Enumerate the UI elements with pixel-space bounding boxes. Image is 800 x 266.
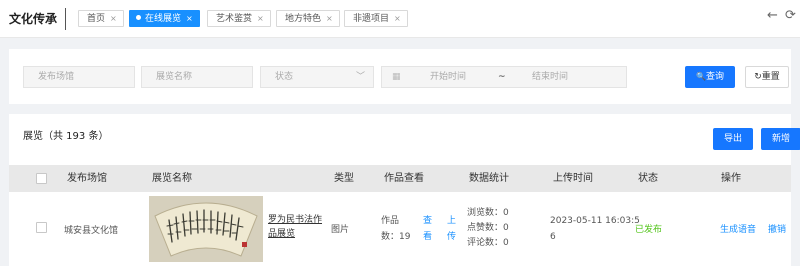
upload-time-line: 2023-05-11 16:03:5 <box>550 216 640 226</box>
calendar-icon: ▦ <box>392 72 401 82</box>
select-all-checkbox[interactable] <box>36 173 47 184</box>
view-link-line: 看 <box>423 232 433 242</box>
chevron-down-icon: ﹀ <box>355 72 365 82</box>
brand-divider <box>65 8 66 30</box>
views-count: 浏览数：0 <box>467 208 509 218</box>
exhibition-name-input[interactable]: 展览名称 <box>141 66 253 88</box>
range-separator: ~ <box>498 72 506 82</box>
table-row: 城安县文化馆 罗为民书法作 品展览 图片 作品 数：19 查 看 上 传 浏览数… <box>9 192 791 266</box>
exhibition-list-panel: 展览（共 193 条） 导出 新增 发布场馆 展览名称 类型 作品查看 数据统计… <box>9 114 800 266</box>
end-time-placeholder: 结束时间 <box>532 72 569 82</box>
works-count-line: 作品 <box>381 216 400 226</box>
status-select[interactable]: 状态 ﹀ <box>260 66 374 88</box>
export-button[interactable]: 导出 <box>713 128 753 150</box>
top-bar: 文化传承 首页 × 在线展览 × 艺术鉴赏 × 地方特色 × 非遗项目 × ← ⟳ <box>0 0 800 38</box>
upload-link[interactable]: 上 传 <box>447 213 456 245</box>
tab-label: 在线展览 <box>145 14 182 24</box>
venue-placeholder: 发布场馆 <box>38 72 75 82</box>
reset-icon: ↻ <box>754 72 762 82</box>
works-count-cell: 作品 数：19 <box>381 213 410 245</box>
tab-label: 首页 <box>87 14 106 24</box>
exhibition-name-link[interactable]: 罗为民书法作 品展览 <box>268 213 326 241</box>
tab-label: 非遗项目 <box>353 14 390 24</box>
reset-button[interactable]: ↻重置 <box>745 66 789 88</box>
type-cell: 图片 <box>331 225 350 235</box>
search-label: 查询 <box>705 72 724 82</box>
generate-voice-link[interactable]: 生成语音 <box>720 222 756 235</box>
start-time-placeholder: 开始时间 <box>430 72 467 82</box>
tab-art-appreciation[interactable]: 艺术鉴赏 × <box>207 10 271 27</box>
column-header: 状态 <box>638 173 658 184</box>
stats-cell: 浏览数：0 点赞数：0 评论数：0 <box>467 206 509 251</box>
add-button[interactable]: 新增 <box>761 128 800 150</box>
close-icon[interactable]: × <box>394 14 401 23</box>
status-badge: 已发布 <box>635 225 663 235</box>
upload-link-line: 传 <box>447 232 457 242</box>
tab-home[interactable]: 首页 × <box>78 10 124 27</box>
refresh-icon[interactable]: ⟳ <box>785 8 796 23</box>
column-header: 展览名称 <box>152 173 192 184</box>
upload-link-line: 上 <box>447 216 457 226</box>
status-placeholder: 状态 <box>275 72 294 82</box>
tab-label: 艺术鉴赏 <box>216 14 253 24</box>
tab-intangible-heritage[interactable]: 非遗项目 × <box>344 10 408 27</box>
column-header: 类型 <box>334 173 354 184</box>
view-link[interactable]: 查 看 <box>423 213 432 245</box>
app-brand: 文化传承 <box>9 12 58 26</box>
venue-input[interactable]: 发布场馆 <box>23 66 135 88</box>
works-count-line: 数：19 <box>381 232 411 242</box>
tab-online-exhibition[interactable]: 在线展览 × <box>129 10 200 27</box>
column-header: 上传时间 <box>553 173 593 184</box>
name-placeholder: 展览名称 <box>156 72 193 82</box>
close-icon[interactable]: × <box>110 14 117 23</box>
revoke-link[interactable]: 撤销 <box>768 222 786 235</box>
close-icon[interactable]: × <box>257 14 264 23</box>
date-range-picker[interactable]: ▦ 开始时间 ~ 结束时间 <box>381 66 627 88</box>
tab-label: 地方特色 <box>285 14 322 24</box>
upload-time-line: 6 <box>550 232 556 242</box>
likes-count: 点赞数：0 <box>467 223 509 233</box>
exhibition-name-line: 罗为民书法作 <box>268 215 323 225</box>
venue-cell: 城安县文化馆 <box>64 226 119 236</box>
table-header: 发布场馆 展览名称 类型 作品查看 数据统计 上传时间 状态 操作 <box>9 165 791 192</box>
close-icon[interactable]: × <box>326 14 333 23</box>
active-dot-icon <box>136 15 141 20</box>
filter-panel: 发布场馆 展览名称 状态 ﹀ ▦ 开始时间 ~ 结束时间 🔍查询 ↻重置 <box>9 49 791 104</box>
exhibition-thumbnail[interactable] <box>149 196 263 262</box>
comments-count: 评论数：0 <box>467 238 509 248</box>
column-header: 发布场馆 <box>67 173 107 184</box>
column-header: 操作 <box>721 173 741 184</box>
column-header: 作品查看 <box>384 173 424 184</box>
reset-label: 重置 <box>761 72 780 82</box>
search-icon: 🔍 <box>696 72 706 81</box>
column-header: 数据统计 <box>469 173 509 184</box>
row-checkbox[interactable] <box>36 222 47 233</box>
exhibition-name-line: 品展览 <box>268 229 296 239</box>
tab-local-features[interactable]: 地方特色 × <box>276 10 340 27</box>
close-icon[interactable]: × <box>186 14 193 23</box>
search-button[interactable]: 🔍查询 <box>685 66 735 88</box>
upload-time-cell: 2023-05-11 16:03:5 6 <box>550 213 640 245</box>
list-title: 展览（共 193 条） <box>23 131 109 142</box>
view-link-line: 查 <box>423 216 433 226</box>
back-arrow-icon[interactable]: ← <box>767 8 778 23</box>
